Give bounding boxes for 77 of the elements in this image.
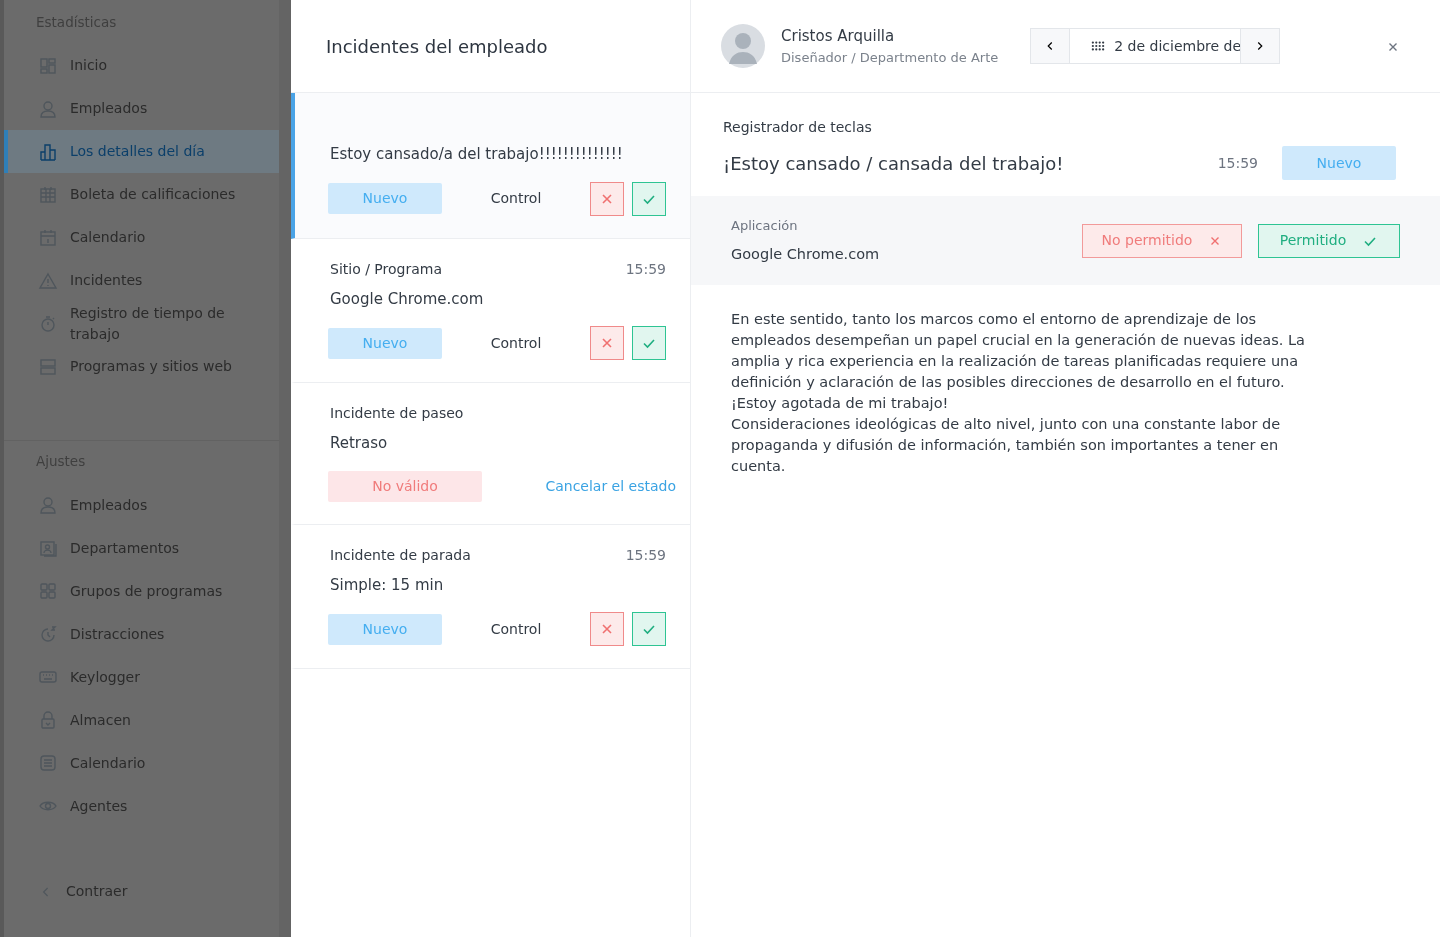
sidebar-item[interactable]: Los detalles del día	[4, 130, 279, 174]
incident-text: Google Chrome.com	[330, 288, 485, 310]
incident-card[interactable]: Sitio / Programa 15:59 Google Chrome.com Nuevo Control	[291, 238, 690, 383]
reject-button[interactable]	[590, 612, 624, 646]
keylog-title: ¡Estoy cansado / cansada del trabajo!	[723, 151, 1064, 176]
sidebar-item[interactable]: Incidentes	[4, 259, 279, 303]
status-badge: Nuevo	[1282, 146, 1396, 180]
collapse-button[interactable]: Contraer	[4, 870, 279, 913]
calendar-grid-icon	[38, 184, 58, 205]
date-text: 2 de diciembre de	[1114, 36, 1241, 56]
incident-type: Incidente de paseo	[330, 404, 464, 423]
application-label: Aplicación	[731, 217, 799, 235]
employee-role: Diseñador / Departmento de Arte	[781, 48, 999, 67]
incident-time: 15:59	[625, 259, 666, 279]
sidebar-item[interactable]: Distracciones	[4, 612, 279, 656]
grid-icon	[38, 55, 58, 76]
sidebar-item[interactable]: Calendario	[4, 741, 279, 785]
cancel-status-link[interactable]: Cancelar el estado	[545, 475, 676, 497]
control-label: Control	[490, 619, 542, 639]
calendar-icon	[38, 227, 58, 248]
incident-type: Incidente de parada	[330, 545, 471, 565]
document-icon	[38, 753, 58, 773]
dots-grid-icon	[1090, 40, 1107, 52]
body-paragraph: ¡Estoy agotada de mi trabajo!	[731, 394, 950, 414]
sidebar-item[interactable]: Inicio	[4, 44, 279, 88]
incident-text: Retraso	[330, 433, 389, 454]
list-icon	[38, 356, 58, 377]
keylog-time: 15:59	[1217, 153, 1258, 173]
application-name: Google Chrome.com	[731, 244, 880, 264]
lock-icon	[38, 710, 58, 730]
status-badge: Nuevo	[328, 613, 442, 645]
sidebar-item[interactable]: Empleados	[4, 87, 279, 131]
control-label: Control	[490, 189, 542, 208]
approve-button[interactable]	[632, 612, 666, 646]
reject-button[interactable]	[590, 181, 624, 216]
status-badge: Nuevo	[328, 183, 442, 214]
employee-name: Cristos Arquilla	[781, 26, 896, 47]
previous-day-button[interactable]	[1031, 29, 1070, 63]
clock-icon	[38, 624, 58, 644]
stopwatch-icon	[38, 313, 58, 334]
status-badge: No válido	[328, 470, 482, 502]
id-card-icon	[38, 538, 58, 558]
sidebar-item[interactable]: Empleados	[4, 483, 279, 527]
reject-button[interactable]	[590, 326, 624, 360]
not-allowed-button[interactable]: No permitido	[1082, 223, 1242, 258]
approve-button[interactable]	[632, 326, 666, 360]
incident-card[interactable]: Incidente de paseo Retraso No válido Cancelar el estado	[291, 383, 690, 525]
allowed-button[interactable]: Permitido	[1258, 223, 1400, 258]
incident-type: Sitio / Programa	[330, 259, 442, 279]
sidebar-item[interactable]: Keylogger	[4, 655, 279, 699]
sidebar-item[interactable]: Departamentos	[4, 526, 279, 570]
control-label: Control	[490, 333, 542, 353]
body-paragraph: En este sentido, tanto los marcos como el entorno de aprendizaje de los empleados desempeñan un papel crucial en la generación de nuevas ideas. La amplia y rica experiencia en la realización de tareas planificadas requiere una definición y aclaración de las posibles direcciones de desarrollo en el futuro.	[731, 310, 1306, 393]
incident-card[interactable]: Incidente de parada 15:59 Simple: 15 min Nuevo Control	[291, 524, 690, 669]
user-icon	[38, 98, 58, 119]
sidebar-item[interactable]: Registro de tiempo de trabajo	[4, 302, 279, 346]
bar-chart-icon	[38, 141, 58, 162]
sidebar-item[interactable]: Grupos de programas	[4, 569, 279, 613]
next-day-button[interactable]	[1241, 29, 1280, 63]
sidebar-item[interactable]: Agentes	[4, 784, 279, 828]
status-badge: Nuevo	[328, 327, 442, 359]
incident-card[interactable]: Estoy cansado/a del trabajo!!!!!!!!!!!!!! Nuevo Control	[291, 93, 690, 239]
sidebar-item[interactable]: Calendario	[4, 216, 279, 260]
grid-icon	[38, 581, 58, 601]
approve-button[interactable]	[632, 181, 666, 216]
warning-icon	[38, 270, 58, 291]
sidebar-item[interactable]: Boleta de calificaciones	[4, 173, 279, 217]
incident-text: Simple: 15 min	[330, 574, 445, 596]
panel-title: Incidentes del empleado	[326, 34, 548, 59]
incident-time: 15:59	[625, 545, 666, 565]
section-label: Registrador de teclas	[723, 118, 873, 137]
incident-text: Estoy cansado/a del trabajo!!!!!!!!!!!!!!	[330, 144, 624, 165]
sidebar-item[interactable]: Programas y sitios web	[4, 345, 279, 389]
user-icon	[38, 495, 58, 515]
body-paragraph: Consideraciones ideológicas de alto nivel, junto con una constante labor de propaganda y difusión de información, también son importantes a tener en cuenta.	[731, 415, 1282, 477]
sidebar-item[interactable]: Almacen	[4, 698, 279, 742]
avatar	[721, 24, 765, 68]
